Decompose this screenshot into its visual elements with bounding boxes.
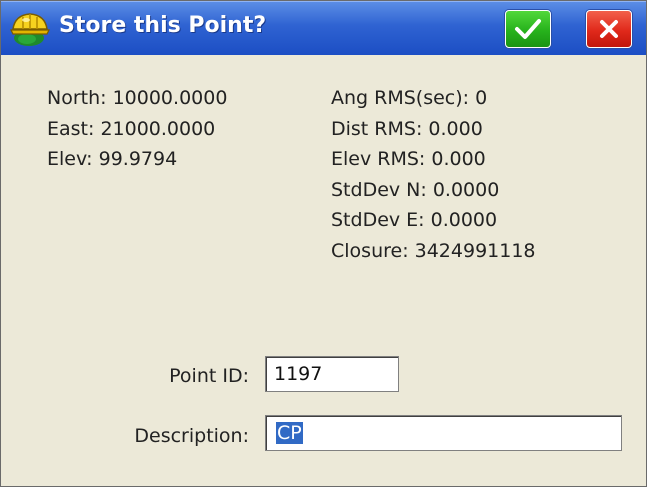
elev-rms-value: Elev RMS: 0.000 (331, 148, 486, 171)
store-point-dialog: Store this Point? North: 10000.0000 East… (0, 0, 647, 487)
dialog-title: Store this Point? (59, 13, 267, 38)
point-id-field[interactable]: 1197 (265, 356, 399, 392)
title-bar: Store this Point? (1, 1, 646, 55)
east-value: East: 21000.0000 (47, 117, 216, 140)
dist-rms-value: Dist RMS: 0.000 (331, 117, 483, 140)
ang-rms-value: Ang RMS(sec): 0 (331, 87, 488, 109)
surveyor-hardhat-icon (10, 13, 50, 46)
stddev-n-value: StdDev N: 0.0000 (331, 178, 500, 201)
stddev-e-value: StdDev E: 0.0000 (331, 209, 498, 232)
description-label: Description: (134, 425, 249, 447)
description-field[interactable]: CP (265, 415, 622, 451)
description-value: CP (276, 422, 303, 444)
point-id-label: Point ID: (169, 365, 249, 387)
confirm-store-button[interactable] (505, 10, 551, 48)
point-coordinates: North: 10000.0000 East: 21000.0000 Elev:… (47, 83, 227, 175)
checkmark-icon (515, 19, 541, 39)
point-statistics: Ang RMS(sec): 0 Dist RMS: 0.000 Elev RMS… (331, 83, 536, 267)
close-button[interactable] (586, 10, 632, 48)
close-x-icon (600, 20, 618, 38)
north-value: North: 10000.0000 (47, 87, 228, 109)
closure-value: Closure: 3424991118 (331, 239, 536, 262)
elev-value: Elev: 99.9794 (47, 148, 178, 171)
point-id-value: 1197 (274, 363, 323, 385)
